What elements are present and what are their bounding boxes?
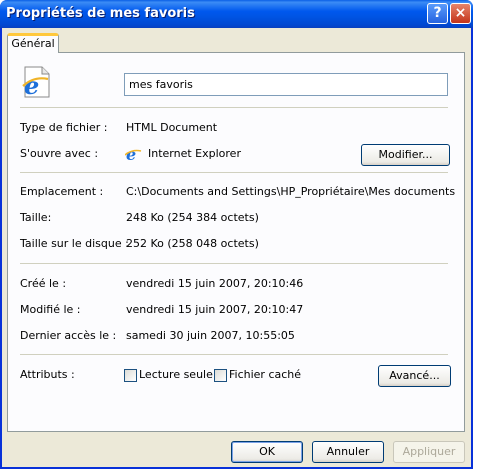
modified-value: vendredi 15 juin 2007, 20:10:47 <box>126 303 304 316</box>
attributes-label: Attributs : <box>20 368 75 381</box>
accessed-label: Dernier accès le : <box>20 329 117 342</box>
separator <box>20 263 448 264</box>
internet-explorer-html-document-icon: e <box>22 66 50 98</box>
hidden-checkbox[interactable] <box>214 369 227 382</box>
ok-button[interactable]: OK <box>231 441 303 463</box>
created-label: Créé le : <box>20 277 67 290</box>
modify-button[interactable]: Modifier... <box>361 144 450 166</box>
cancel-button[interactable]: Annuler <box>312 441 384 463</box>
readonly-checkbox[interactable] <box>124 369 137 382</box>
hidden-label[interactable]: Fichier caché <box>229 368 301 381</box>
created-value: vendredi 15 juin 2007, 20:10:46 <box>126 277 304 290</box>
separator <box>20 172 448 173</box>
separator <box>20 354 448 355</box>
file-type-label: Type de fichier : <box>20 121 108 134</box>
tab-general[interactable]: Général <box>7 33 59 53</box>
file-name-input[interactable]: mes favoris <box>124 73 448 96</box>
opens-with-label: S'ouvre avec : <box>20 147 99 160</box>
advanced-button[interactable]: Avancé... <box>378 365 451 387</box>
size-label: Taille: <box>20 211 52 224</box>
location-label: Emplacement : <box>20 185 104 198</box>
apply-button[interactable]: Appliquer <box>393 441 465 463</box>
opens-with-value: Internet Explorer <box>148 147 241 160</box>
disk-size-value: 252 Ko (258 048 octets) <box>126 237 259 250</box>
readonly-label[interactable]: Lecture seule <box>139 368 213 381</box>
accessed-value: samedi 30 juin 2007, 10:55:05 <box>126 329 295 342</box>
location-value: C:\Documents and Settings\HP_Propriétair… <box>126 185 456 198</box>
modified-label: Modifié le : <box>20 303 81 316</box>
disk-size-label: Taille sur le disque : <box>20 237 129 250</box>
size-value: 248 Ko (254 384 octets) <box>126 211 259 224</box>
close-icon[interactable]: × <box>450 3 471 24</box>
help-icon[interactable]: ? <box>427 3 448 24</box>
file-type-value: HTML Document <box>126 121 218 134</box>
title-bar[interactable]: Propriétés de mes favoris ? × <box>0 0 473 28</box>
separator <box>20 107 448 108</box>
internet-explorer-icon: e <box>125 145 142 162</box>
window-title: Propriétés de mes favoris <box>6 6 195 21</box>
